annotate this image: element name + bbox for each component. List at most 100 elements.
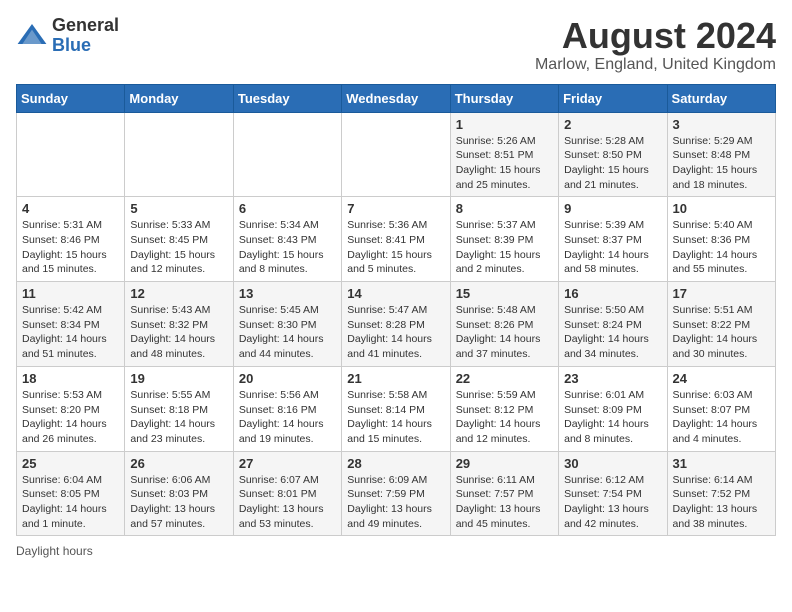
day-number: 23 [564,371,661,386]
header-day-tuesday: Tuesday [233,84,341,112]
page-header: General Blue August 2024 Marlow, England… [16,16,776,74]
day-info: Sunrise: 5:48 AMSunset: 8:26 PMDaylight:… [456,303,553,362]
calendar-body: 1 Sunrise: 5:26 AMSunset: 8:51 PMDaylight… [17,112,776,536]
logo-general: General [52,16,119,36]
day-number: 5 [130,201,227,216]
calendar-cell: 21 Sunrise: 5:58 AMSunset: 8:14 PMDayligh… [342,366,450,451]
calendar-cell: 24 Sunrise: 6:03 AMSunset: 8:07 PMDayligh… [667,366,775,451]
calendar-cell [17,112,125,197]
day-number: 26 [130,456,227,471]
day-number: 21 [347,371,444,386]
week-row-5: 25 Sunrise: 6:04 AMSunset: 8:05 PMDayligh… [17,451,776,536]
day-number: 30 [564,456,661,471]
day-number: 1 [456,117,553,132]
day-info: Sunrise: 5:34 AMSunset: 8:43 PMDaylight:… [239,218,336,277]
day-info: Sunrise: 5:50 AMSunset: 8:24 PMDaylight:… [564,303,661,362]
day-number: 12 [130,286,227,301]
day-number: 8 [456,201,553,216]
day-number: 19 [130,371,227,386]
day-info: Sunrise: 6:12 AMSunset: 7:54 PMDaylight:… [564,473,661,532]
day-info: Sunrise: 5:40 AMSunset: 8:36 PMDaylight:… [673,218,770,277]
week-row-4: 18 Sunrise: 5:53 AMSunset: 8:20 PMDayligh… [17,366,776,451]
day-info: Sunrise: 5:51 AMSunset: 8:22 PMDaylight:… [673,303,770,362]
day-number: 6 [239,201,336,216]
day-number: 25 [22,456,119,471]
day-info: Sunrise: 6:06 AMSunset: 8:03 PMDaylight:… [130,473,227,532]
day-number: 15 [456,286,553,301]
calendar-cell: 15 Sunrise: 5:48 AMSunset: 8:26 PMDayligh… [450,282,558,367]
day-number: 17 [673,286,770,301]
day-info: Sunrise: 5:33 AMSunset: 8:45 PMDaylight:… [130,218,227,277]
calendar-cell: 6 Sunrise: 5:34 AMSunset: 8:43 PMDaylight… [233,197,341,282]
calendar-cell: 9Sunrise: 5:39 AMSunset: 8:37 PMDaylight… [559,197,667,282]
calendar-cell: 7Sunrise: 5:36 AMSunset: 8:41 PMDaylight… [342,197,450,282]
day-info: Sunrise: 6:14 AMSunset: 7:52 PMDaylight:… [673,473,770,532]
day-number: 16 [564,286,661,301]
day-info: Sunrise: 5:53 AMSunset: 8:20 PMDaylight:… [22,388,119,447]
calendar-cell: 14Sunrise: 5:47 AMSunset: 8:28 PMDayligh… [342,282,450,367]
page-subtitle: Marlow, England, United Kingdom [535,56,776,74]
day-info: Sunrise: 6:11 AMSunset: 7:57 PMDaylight:… [456,473,553,532]
day-info: Sunrise: 6:04 AMSunset: 8:05 PMDaylight:… [22,473,119,532]
day-info: Sunrise: 6:07 AMSunset: 8:01 PMDaylight:… [239,473,336,532]
header-day-monday: Monday [125,84,233,112]
day-number: 28 [347,456,444,471]
calendar-header: SundayMondayTuesdayWednesdayThursdayFrid… [17,84,776,112]
day-info: Sunrise: 6:09 AMSunset: 7:59 PMDaylight:… [347,473,444,532]
calendar-cell: 29 Sunrise: 6:11 AMSunset: 7:57 PMDayligh… [450,451,558,536]
day-number: 29 [456,456,553,471]
header-day-thursday: Thursday [450,84,558,112]
day-number: 18 [22,371,119,386]
calendar-cell: 19Sunrise: 5:55 AMSunset: 8:18 PMDayligh… [125,366,233,451]
calendar-cell: 3Sunrise: 5:29 AMSunset: 8:48 PMDaylight… [667,112,775,197]
day-info: Sunrise: 5:42 AMSunset: 8:34 PMDaylight:… [22,303,119,362]
week-row-2: 4Sunrise: 5:31 AMSunset: 8:46 PMDaylight… [17,197,776,282]
day-info: Sunrise: 5:56 AMSunset: 8:16 PMDaylight:… [239,388,336,447]
day-number: 20 [239,371,336,386]
day-number: 11 [22,286,119,301]
calendar-cell: 10 Sunrise: 5:40 AMSunset: 8:36 PMDayligh… [667,197,775,282]
calendar-cell: 22 Sunrise: 5:59 AMSunset: 8:12 PMDayligh… [450,366,558,451]
header-day-friday: Friday [559,84,667,112]
day-number: 27 [239,456,336,471]
calendar-cell: 28 Sunrise: 6:09 AMSunset: 7:59 PMDayligh… [342,451,450,536]
day-info: Sunrise: 5:58 AMSunset: 8:14 PMDaylight:… [347,388,444,447]
calendar-cell: 2Sunrise: 5:28 AMSunset: 8:50 PMDaylight… [559,112,667,197]
footer-note: Daylight hours [16,544,776,558]
day-info: Sunrise: 5:29 AMSunset: 8:48 PMDaylight:… [673,134,770,193]
logo-text: General Blue [52,16,119,56]
calendar-cell [125,112,233,197]
calendar-cell: 25 Sunrise: 6:04 AMSunset: 8:05 PMDayligh… [17,451,125,536]
day-info: Sunrise: 5:43 AMSunset: 8:32 PMDaylight:… [130,303,227,362]
day-info: Sunrise: 5:26 AMSunset: 8:51 PMDaylight:… [456,134,553,193]
day-number: 22 [456,371,553,386]
calendar-cell [342,112,450,197]
week-row-1: 1 Sunrise: 5:26 AMSunset: 8:51 PMDaylight… [17,112,776,197]
calendar-cell: 31Sunrise: 6:14 AMSunset: 7:52 PMDayligh… [667,451,775,536]
calendar-cell: 23Sunrise: 6:01 AMSunset: 8:09 PMDayligh… [559,366,667,451]
day-info: Sunrise: 5:47 AMSunset: 8:28 PMDaylight:… [347,303,444,362]
day-number: 10 [673,201,770,216]
day-info: Sunrise: 5:28 AMSunset: 8:50 PMDaylight:… [564,134,661,193]
logo: General Blue [16,16,119,56]
calendar-table: SundayMondayTuesdayWednesdayThursdayFrid… [16,84,776,537]
day-info: Sunrise: 5:39 AMSunset: 8:37 PMDaylight:… [564,218,661,277]
page-title: August 2024 [535,16,776,56]
day-info: Sunrise: 6:03 AMSunset: 8:07 PMDaylight:… [673,388,770,447]
day-info: Sunrise: 5:45 AMSunset: 8:30 PMDaylight:… [239,303,336,362]
calendar-cell: 30 Sunrise: 6:12 AMSunset: 7:54 PMDayligh… [559,451,667,536]
calendar-cell: 13Sunrise: 5:45 AMSunset: 8:30 PMDayligh… [233,282,341,367]
calendar-cell: 18 Sunrise: 5:53 AMSunset: 8:20 PMDayligh… [17,366,125,451]
calendar-cell: 27 Sunrise: 6:07 AMSunset: 8:01 PMDayligh… [233,451,341,536]
calendar-cell: 11 Sunrise: 5:42 AMSunset: 8:34 PMDayligh… [17,282,125,367]
calendar-cell: 16 Sunrise: 5:50 AMSunset: 8:24 PMDayligh… [559,282,667,367]
day-number: 24 [673,371,770,386]
calendar-cell: 20 Sunrise: 5:56 AMSunset: 8:16 PMDayligh… [233,366,341,451]
header-day-saturday: Saturday [667,84,775,112]
calendar-cell: 4Sunrise: 5:31 AMSunset: 8:46 PMDaylight… [17,197,125,282]
logo-blue: Blue [52,36,119,56]
header-day-wednesday: Wednesday [342,84,450,112]
day-info: Sunrise: 5:59 AMSunset: 8:12 PMDaylight:… [456,388,553,447]
day-info: Sunrise: 5:37 AMSunset: 8:39 PMDaylight:… [456,218,553,277]
calendar-cell: 17 Sunrise: 5:51 AMSunset: 8:22 PMDayligh… [667,282,775,367]
